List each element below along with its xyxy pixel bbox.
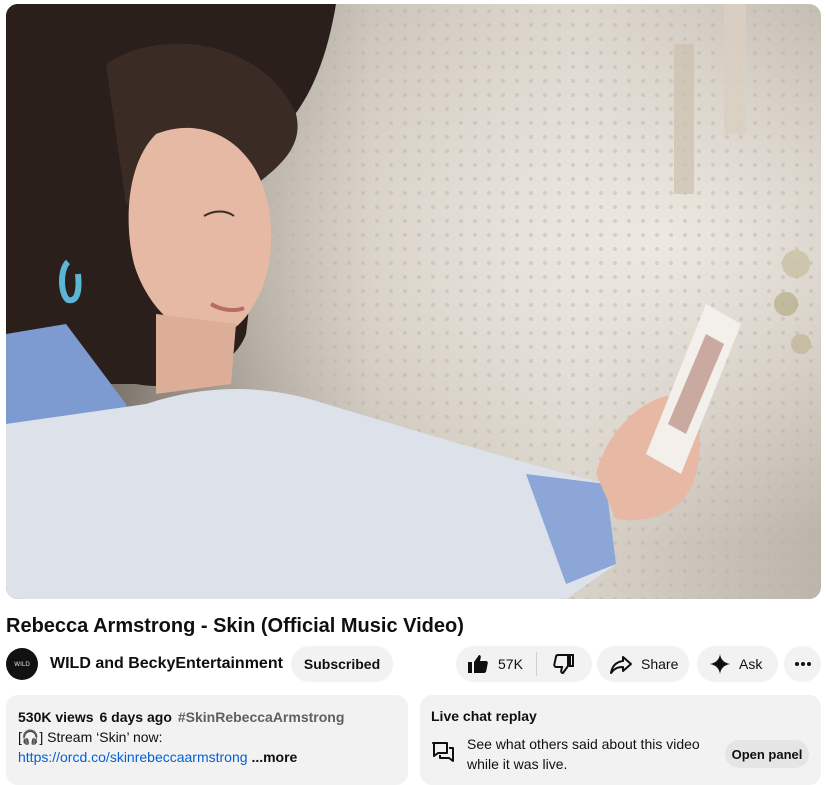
open-panel-button[interactable]: Open panel	[725, 740, 809, 768]
channel-name[interactable]: WILD and BeckyEntertainment	[50, 655, 283, 673]
upload-age: 6 days ago	[99, 709, 172, 725]
like-count: 57K	[498, 656, 523, 672]
live-chat-title: Live chat replay	[431, 708, 537, 724]
hashtag-link[interactable]: #SkinRebeccaArmstrong	[178, 709, 345, 725]
thumbs-down-icon	[553, 654, 574, 675]
view-count: 530K views	[18, 709, 94, 725]
like-button[interactable]: 57K	[456, 646, 536, 682]
ask-button[interactable]: Ask	[697, 646, 778, 682]
ask-label: Ask	[739, 656, 763, 672]
avatar-logo-text: WILD	[14, 660, 30, 668]
share-button[interactable]: Share	[597, 646, 689, 682]
owner-row: WILD WILD and BeckyEntertainment Subscri…	[6, 646, 821, 684]
video-frame	[6, 4, 821, 599]
subscribed-label: Subscribed	[303, 656, 381, 672]
like-dislike-group: 57K	[456, 646, 592, 682]
share-label: Share	[641, 656, 679, 672]
description-line: [🎧] Stream ‘Skin’ now:	[18, 729, 163, 745]
thumbs-up-icon	[468, 655, 488, 673]
stream-link[interactable]: https://orcd.co/skinrebeccaarmstrong	[18, 749, 248, 765]
more-actions-button[interactable]	[784, 646, 821, 682]
channel-avatar[interactable]: WILD	[6, 648, 38, 680]
description-box[interactable]: 530K views 6 days ago #SkinRebeccaArmstron…	[6, 695, 408, 785]
video-title: Rebecca Armstrong - Skin (Official Music…	[6, 615, 464, 637]
more-horizontal-icon	[794, 662, 811, 666]
description-meta: 530K views 6 days ago #SkinRebeccaArmstron…	[18, 707, 396, 727]
show-more-button[interactable]: ...more	[251, 749, 297, 765]
live-chat-description: See what others said about this video wh…	[467, 736, 700, 772]
share-arrow-icon	[610, 656, 632, 674]
chat-bubbles-icon	[432, 742, 454, 762]
live-chat-replay-panel: Live chat replay See what others said ab…	[420, 695, 821, 785]
dislike-button[interactable]	[537, 646, 591, 682]
sparkle-icon	[709, 653, 731, 675]
subscribed-button[interactable]: Subscribed	[291, 646, 393, 682]
video-player[interactable]	[6, 4, 821, 599]
